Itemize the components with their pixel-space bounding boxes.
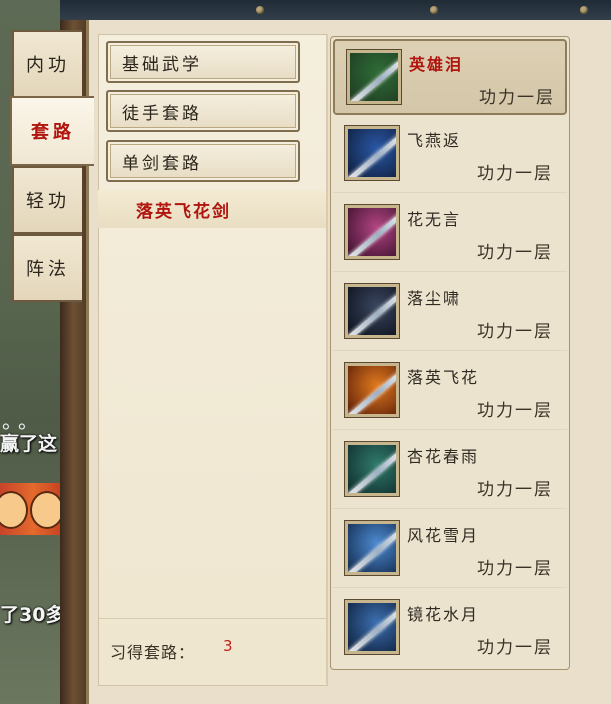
skill-level: 功力一层 xyxy=(477,480,553,500)
skill-row[interactable]: 英雄泪 功力一层 xyxy=(333,39,567,115)
emoji-face-icon xyxy=(0,491,28,529)
skill-name: 杏花春雨 xyxy=(407,447,480,466)
skill-name: 花无言 xyxy=(407,210,462,229)
panel-right-edge xyxy=(572,36,611,676)
category-label: 基础武学 xyxy=(122,54,202,75)
chat-emoji-row xyxy=(0,483,66,535)
skill-name: 飞燕返 xyxy=(407,131,462,150)
skill-row[interactable]: 落尘啸 功力一层 xyxy=(333,275,567,351)
skill-level: 功力一层 xyxy=(477,401,553,421)
category-single-sword-routines[interactable]: 单剑套路 xyxy=(106,140,300,182)
tab-qinggong[interactable]: 轻功 xyxy=(12,166,82,234)
chat-line-1: 赢了这 xyxy=(0,433,58,455)
skill-row[interactable]: 镜花水月 功力一层 xyxy=(333,591,567,667)
learned-count-label: 习得套路： xyxy=(110,643,196,662)
category-basic-martial-arts[interactable]: 基础武学 xyxy=(106,41,300,83)
skill-row[interactable]: 飞燕返 功力一层 xyxy=(333,117,567,193)
skill-level: 功力一层 xyxy=(477,638,553,658)
sword-blue-icon xyxy=(345,126,399,180)
sword-water-icon xyxy=(345,600,399,654)
skill-row[interactable]: 风花雪月 功力一层 xyxy=(333,512,567,588)
skill-level: 功力一层 xyxy=(477,164,553,184)
skill-name: 落尘啸 xyxy=(407,289,462,308)
category-label: 单剑套路 xyxy=(122,153,202,174)
sword-fire-icon xyxy=(345,363,399,417)
skill-name: 风花雪月 xyxy=(407,526,480,545)
skill-row[interactable]: 落英飞花 功力一层 xyxy=(333,354,567,430)
learned-count-row: 习得套路： 3 xyxy=(98,618,326,685)
sword-pink-icon xyxy=(345,205,399,259)
tab-label: 轻功 xyxy=(26,191,70,212)
skill-level: 功力一层 xyxy=(477,559,553,579)
tab-label: 阵法 xyxy=(26,259,70,280)
sword-green-icon xyxy=(347,50,401,104)
tab-label: 套路 xyxy=(31,122,75,143)
emoji-face-icon xyxy=(30,491,64,529)
skill-name: 英雄泪 xyxy=(409,55,464,74)
sword-dark-icon xyxy=(345,284,399,338)
sword-ice-icon xyxy=(345,521,399,575)
tab-label: 内功 xyxy=(26,55,70,76)
skill-level: 功力一层 xyxy=(479,88,555,108)
skill-row[interactable]: 杏花春雨 功力一层 xyxy=(333,433,567,509)
tab-zhenfa[interactable]: 阵法 xyxy=(12,234,82,302)
category-unarmed-routines[interactable]: 徒手套路 xyxy=(106,90,300,132)
learned-count-value: 3 xyxy=(223,637,233,655)
skill-name: 落英飞花 xyxy=(407,368,480,387)
tab-neigong[interactable]: 内功 xyxy=(12,30,82,98)
skill-name: 镜花水月 xyxy=(407,605,480,624)
sword-teal-icon xyxy=(345,442,399,496)
routine-item-label: 落英飞花剑 xyxy=(136,201,231,222)
column-divider xyxy=(326,34,328,684)
chat-overlay: 。。 赢了这 了30多 xyxy=(0,395,66,655)
rivet-icon xyxy=(580,6,588,14)
rivet-icon xyxy=(430,6,438,14)
skill-level: 功力一层 xyxy=(477,322,553,342)
rivet-icon xyxy=(256,6,264,14)
category-label: 徒手套路 xyxy=(122,103,202,124)
skill-level: 功力一层 xyxy=(477,243,553,263)
skill-list: 英雄泪 功力一层 飞燕返 功力一层 花无言 功力一层 落尘啸 功力一层 落英飞花… xyxy=(330,36,570,670)
skill-row[interactable]: 花无言 功力一层 xyxy=(333,196,567,272)
tab-taolu[interactable]: 套路 xyxy=(10,96,94,166)
chat-line-2: 了30多 xyxy=(0,604,65,626)
routine-item-selected[interactable]: 落英飞花剑 xyxy=(98,190,326,228)
